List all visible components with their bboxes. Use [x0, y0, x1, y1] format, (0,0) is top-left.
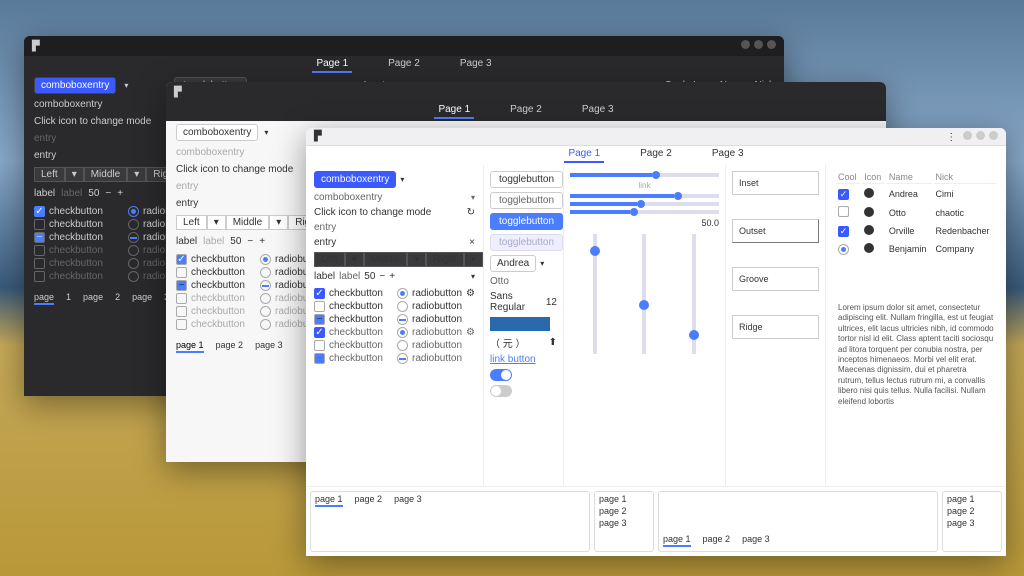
- tab-page3[interactable]: Page 3: [708, 148, 748, 163]
- window-front: ▛ ⋮ Page 1 Page 2 Page 3 comboboxentry c…: [306, 128, 1006, 556]
- radio[interactable]: [128, 219, 139, 230]
- tab-page1[interactable]: Page 1: [564, 148, 604, 163]
- combobox-entry[interactable]: comboboxentry: [34, 77, 116, 94]
- tab-page2[interactable]: Page 2: [384, 58, 424, 73]
- link-button[interactable]: link button: [490, 354, 536, 365]
- chevron-down-icon[interactable]: [264, 127, 268, 138]
- frame-inset: Inset: [732, 171, 819, 195]
- clear-icon[interactable]: ×: [469, 237, 475, 248]
- window-controls[interactable]: [737, 40, 776, 52]
- notebook-pane: page 1page 2page 3: [310, 491, 590, 552]
- table-row: ✓OrvilleRedenbacher: [836, 223, 996, 239]
- table-row: BenjaminCompany: [836, 241, 996, 257]
- tab-page1[interactable]: Page 1: [312, 58, 352, 73]
- radio[interactable]: [128, 232, 139, 243]
- name-dropdown[interactable]: Andrea: [490, 255, 536, 272]
- tab-page1[interactable]: Page 1: [434, 104, 474, 119]
- checkbox[interactable]: −: [34, 232, 45, 243]
- slider[interactable]: [570, 194, 719, 198]
- vertical-slider[interactable]: [593, 234, 597, 354]
- titlebar: ▛ ⋮: [306, 128, 1006, 146]
- tab-page3[interactable]: Page 3: [456, 58, 496, 73]
- vertical-slider[interactable]: [642, 234, 646, 354]
- app-icon: ▛: [314, 131, 322, 142]
- frame-outset: Outset: [732, 219, 819, 243]
- plus-icon[interactable]: +: [117, 188, 123, 199]
- combobox-entry[interactable]: comboboxentry: [314, 171, 396, 188]
- frame-ridge: Ridge: [732, 315, 819, 339]
- app-icon: ▛: [174, 87, 182, 98]
- upload-icon[interactable]: ⬆: [549, 337, 557, 348]
- combobox-entry[interactable]: comboboxentry: [176, 124, 258, 141]
- notebook-pane-bottom: page 1page 2page 3: [658, 491, 938, 552]
- chevron-down-icon[interactable]: [124, 80, 128, 91]
- lorem-text: Lorem ipsum dolor sit amet, consectetur …: [834, 299, 998, 411]
- top-tabs: Page 1 Page 2 Page 3: [24, 56, 784, 75]
- titlebar: ▛: [166, 82, 886, 102]
- refresh-icon[interactable]: ↻: [467, 207, 475, 218]
- table-row: ✓AndreaCimi: [836, 186, 996, 202]
- tab-page2[interactable]: Page 2: [506, 104, 546, 119]
- checkbox[interactable]: [34, 219, 45, 230]
- minus-icon[interactable]: −: [105, 188, 111, 199]
- titlebar: ▛: [24, 36, 784, 56]
- vertical-slider[interactable]: [692, 234, 696, 354]
- notebook-pane-vertical: page 1page 2page 3: [594, 491, 654, 552]
- checkbox[interactable]: ✓: [34, 206, 45, 217]
- data-table: CoolIconNameNick ✓AndreaCimi Ottochaotic…: [834, 169, 998, 259]
- frame-groove: Groove: [732, 267, 819, 291]
- notebook-pane-vertical: page 1page 2page 3: [942, 491, 1002, 552]
- slider[interactable]: [570, 210, 719, 214]
- app-icon: ▛: [32, 41, 40, 52]
- slider[interactable]: [570, 202, 719, 206]
- tab-page2[interactable]: Page 2: [636, 148, 676, 163]
- switch-on[interactable]: [490, 369, 512, 381]
- color-swatch[interactable]: [490, 317, 550, 331]
- table-row: Ottochaotic: [836, 204, 996, 221]
- radio[interactable]: [128, 206, 139, 217]
- slider[interactable]: [570, 173, 719, 177]
- tab-page3[interactable]: Page 3: [578, 104, 618, 119]
- switch-off[interactable]: [490, 385, 512, 397]
- gear-icon[interactable]: ⚙: [466, 288, 475, 299]
- toggle-button[interactable]: togglebutton: [490, 171, 563, 188]
